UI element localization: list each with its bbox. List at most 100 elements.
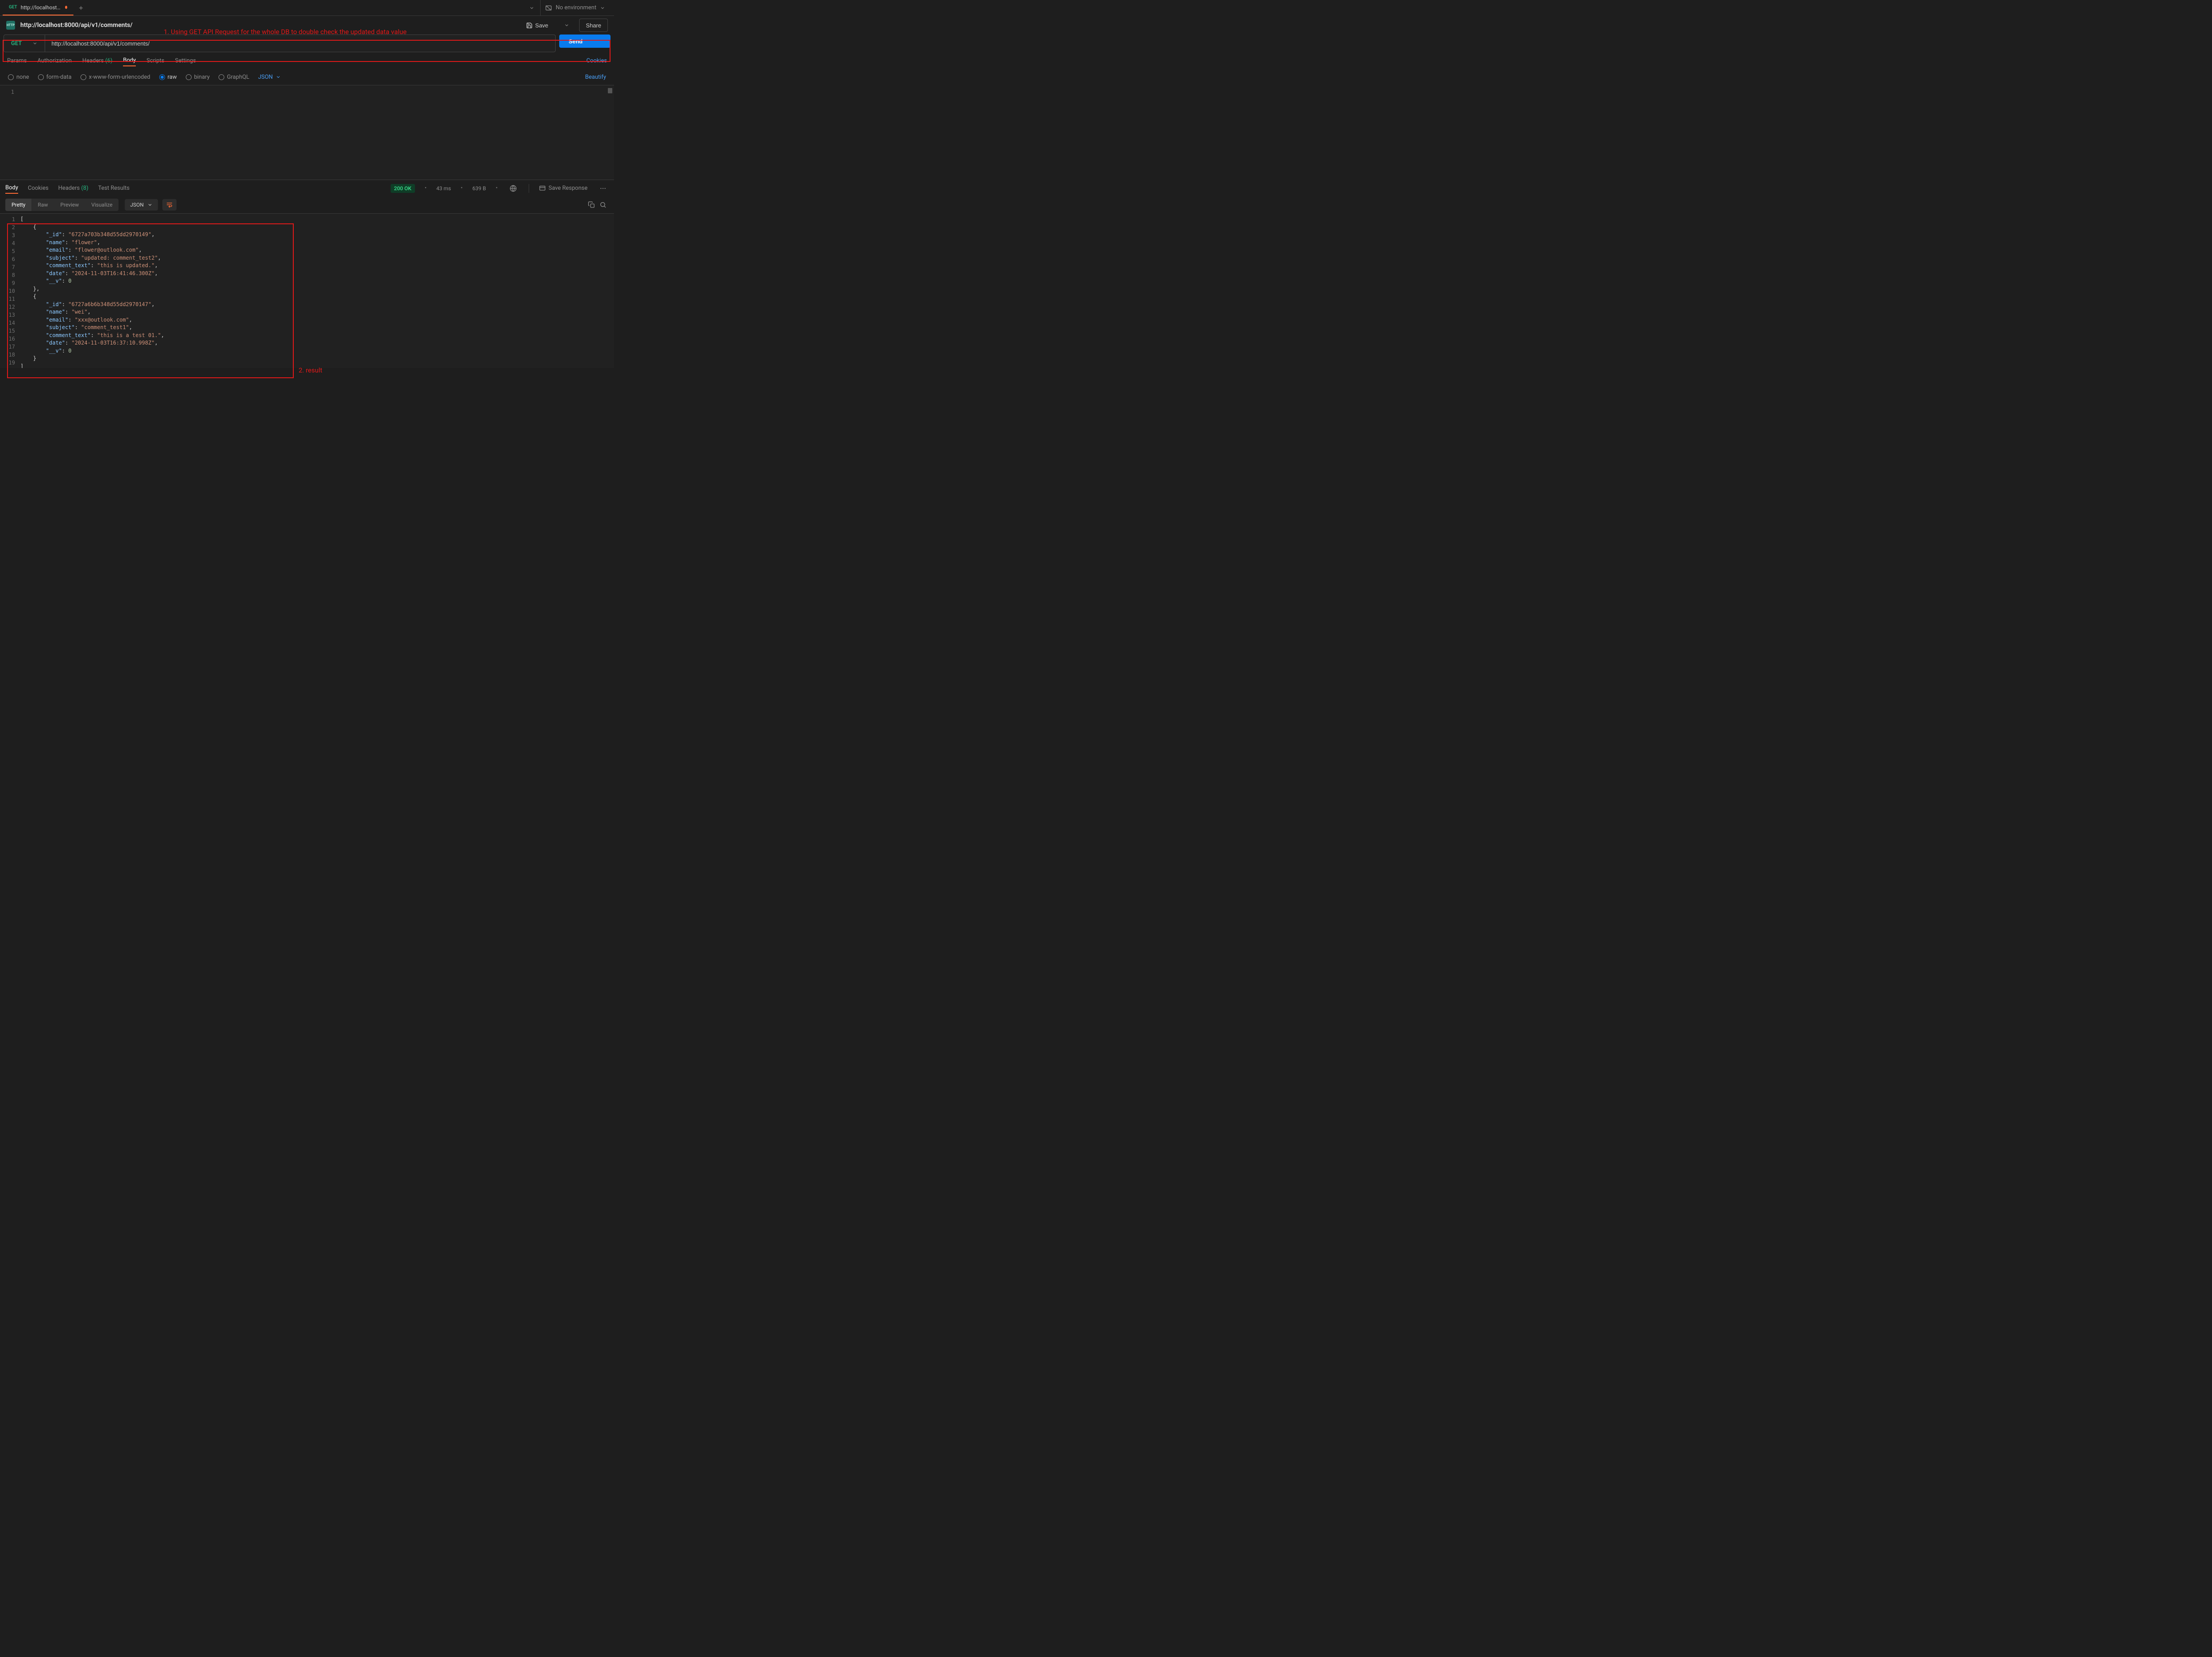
editor-gutter: 1 [0,85,19,180]
radio-raw[interactable]: raw [159,74,177,81]
unsaved-dot-icon [65,6,67,9]
http-badge-icon: HTTP [6,21,15,30]
search-response-button[interactable] [597,199,609,211]
send-dropdown-button[interactable] [592,35,611,48]
response-time: 43 ms [436,185,451,192]
plus-icon [78,5,84,11]
response-size: 639 B [472,185,486,192]
save-icon [526,22,533,29]
tab-headers-count: (6) [105,58,112,64]
body-type-radios: none form-data x-www-form-urlencoded raw… [4,69,611,85]
chevron-down-icon [32,41,38,46]
url-input[interactable] [45,35,555,52]
save-response-button[interactable]: Save Response [539,185,588,192]
response-gutter: 1234567891011121314151617181920 [0,214,20,368]
radio-graphql[interactable]: GraphQL [219,74,249,81]
resp-tab-cookies[interactable]: Cookies [28,185,49,192]
body-language-selector[interactable]: JSON [258,74,280,81]
tab-params[interactable]: Params [7,58,27,64]
send-label: Send [568,38,583,45]
request-name[interactable]: http://localhost:8000/api/v1/comments/ [20,22,133,29]
resp-tab-headers-label: Headers [58,185,80,192]
save-dropdown-button[interactable] [560,19,574,32]
chevron-down-icon [600,5,605,11]
save-to-file-icon [539,185,546,192]
tab-strip: GET http://localhost:8000/ap No environm… [0,0,614,16]
beautify-button[interactable]: Beautify [585,74,606,81]
wrap-lines-button[interactable] [162,199,177,211]
tab-headers[interactable]: Headers (6) [82,58,112,64]
radio-icon [8,74,14,80]
save-button[interactable]: Save [520,19,555,32]
method-selector[interactable]: GET [4,35,45,52]
gutter-line-1: 1 [0,88,14,96]
response-code[interactable]: [ { "_id": "6727a703b348d55dd2970149", "… [20,214,164,368]
response-view-controls: Pretty Raw Preview Visualize JSON [0,196,614,213]
response-tabs: Body Cookies Headers (8) Test Results 20… [0,180,614,196]
copy-icon [588,201,595,208]
resp-tab-headers[interactable]: Headers (8) [58,185,88,192]
response-format-label: JSON [130,202,144,208]
share-button[interactable]: Share [579,19,608,32]
chevron-down-icon [147,202,153,207]
more-horizontal-icon [599,185,607,192]
tab-title: http://localhost:8000/ap [21,4,61,11]
globe-icon [510,185,517,192]
environment-label: No environment [556,4,596,11]
radio-none[interactable]: none [8,74,29,81]
tab-body[interactable]: Body [123,57,136,66]
request-title-row: HTTP http://localhost:8000/api/v1/commen… [0,16,614,35]
radio-binary[interactable]: binary [186,74,210,81]
cookies-link[interactable]: Cookies [586,58,607,64]
url-box: GET [4,35,556,52]
view-mode-segment: Pretty Raw Preview Visualize [5,199,119,211]
tab-scripts[interactable]: Scripts [146,58,164,64]
wrap-icon [166,202,173,208]
method-value: GET [11,40,22,47]
radio-form-data[interactable]: form-data [38,74,72,81]
radio-icon [186,74,192,80]
view-preview[interactable]: Preview [54,199,85,211]
copy-response-button[interactable] [586,199,597,211]
tab-settings[interactable]: Settings [175,58,196,64]
view-pretty[interactable]: Pretty [5,199,31,211]
minimap-icon [608,88,612,93]
tab-authorization[interactable]: Authorization [38,58,72,64]
request-section: GET Send Params Authorization Headers (6… [0,35,614,85]
request-tab[interactable]: GET http://localhost:8000/ap [3,0,73,15]
request-body-editor[interactable]: 1 [0,85,614,180]
view-visualize[interactable]: Visualize [85,199,119,211]
save-label: Save [535,22,549,29]
response-format-selector[interactable]: JSON [125,199,158,211]
resp-tab-headers-count: (8) [81,185,88,192]
new-tab-button[interactable] [73,0,88,15]
radio-raw-label: raw [168,74,177,81]
radio-formdata-label: form-data [46,74,72,81]
radio-icon [159,74,165,80]
resp-tab-test-results[interactable]: Test Results [98,185,130,192]
radio-none-label: none [16,74,29,81]
body-language-label: JSON [258,74,273,81]
view-raw[interactable]: Raw [31,199,54,211]
radio-xwww[interactable]: x-www-form-urlencoded [81,74,150,81]
send-button[interactable]: Send [559,35,592,48]
tab-method-badge: GET [9,5,17,10]
chevron-down-icon [564,23,569,28]
more-actions-button[interactable] [597,183,609,194]
response-body-viewer[interactable]: 1234567891011121314151617181920 [ { "_id… [0,213,614,368]
radio-icon [81,74,86,80]
resp-tab-body[interactable]: Body [5,184,18,194]
editor-code[interactable] [19,85,614,180]
no-environment-icon [545,4,552,12]
url-row: GET Send [4,35,611,52]
environment-selector[interactable]: No environment [540,0,610,16]
radio-icon [38,74,44,80]
separator-dot: • [461,185,462,192]
separator-dot: • [495,185,497,192]
chevron-down-icon [276,74,281,80]
radio-xwww-label: x-www-form-urlencoded [89,74,150,81]
network-icon-button[interactable] [507,183,519,194]
share-label: Share [586,22,601,29]
tab-overflow-button[interactable] [526,2,538,14]
save-response-label: Save Response [549,185,588,192]
